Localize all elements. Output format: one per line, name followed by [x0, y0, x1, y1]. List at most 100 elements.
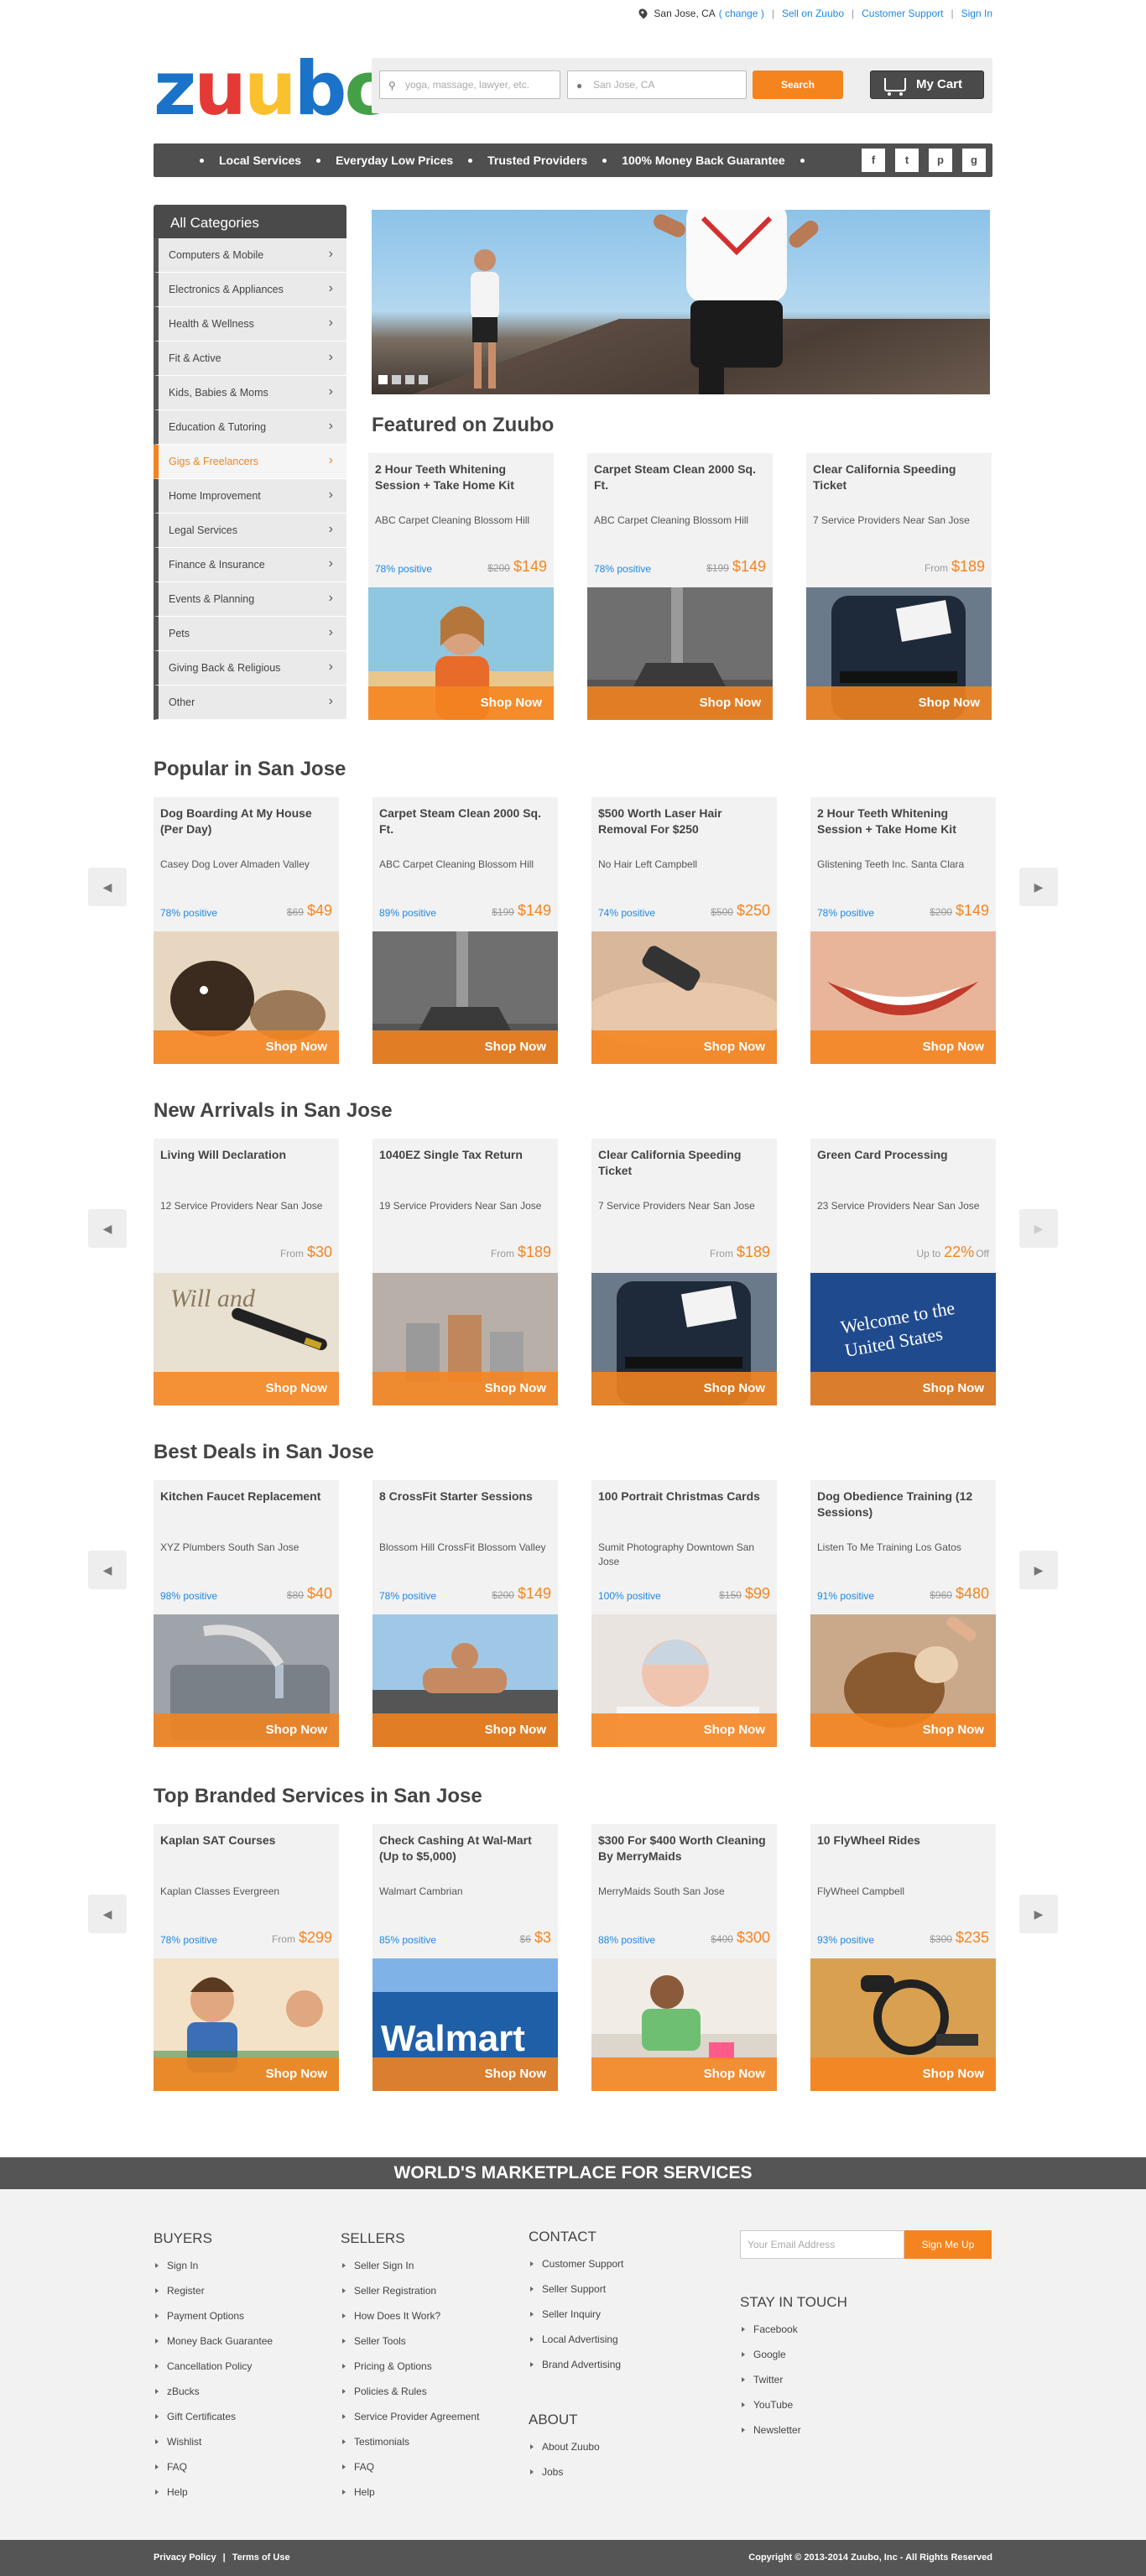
deal-card[interactable]: 10 FlyWheel Rides FlyWheel Campbell 93% po… — [810, 1824, 996, 2091]
twitter-icon[interactable]: t — [895, 149, 919, 172]
deal-title[interactable]: Green Card Processing — [817, 1147, 989, 1163]
category-item[interactable]: Other — [154, 686, 346, 720]
carousel-next-arrow-icon[interactable]: ▶ — [1019, 868, 1058, 906]
deal-title[interactable]: Kaplan SAT Courses — [160, 1833, 332, 1849]
deal-title[interactable]: $300 For $400 Worth Cleaning By MerryMai… — [598, 1833, 770, 1864]
footer-link[interactable]: Pricing & Options — [341, 2360, 479, 2386]
category-item[interactable]: Home Improvement — [154, 479, 346, 514]
deal-card[interactable]: Kitchen Faucet Replacement XYZ Plumbers S… — [154, 1480, 339, 1747]
location-input[interactable]: ● San Jose, CA — [567, 70, 747, 99]
carousel-next-arrow-icon[interactable]: ▶ — [1019, 1551, 1058, 1589]
carousel-prev-arrow-icon[interactable]: ◀ — [88, 868, 127, 906]
deal-title[interactable]: Living Will Declaration — [160, 1147, 332, 1163]
footer-link[interactable]: Seller Sign In — [341, 2260, 479, 2285]
shop-now-button[interactable]: Shop Now — [810, 1372, 996, 1405]
footer-link[interactable]: Payment Options — [154, 2310, 273, 2335]
shop-now-button[interactable]: Shop Now — [154, 1372, 339, 1405]
footer-link[interactable]: Seller Inquiry — [529, 2308, 623, 2334]
deal-card[interactable]: Check Cashing At Wal-Mart (Up to $5,000)… — [372, 1824, 558, 2091]
shop-now-button[interactable]: Shop Now — [154, 1713, 339, 1747]
footer-link[interactable]: How Does It Work? — [341, 2310, 479, 2335]
deal-title[interactable]: Carpet Steam Clean 2000 Sq. Ft. — [594, 461, 766, 493]
sign-me-up-button[interactable]: Sign Me Up — [904, 2230, 992, 2259]
deal-title[interactable]: Dog Obedience Training (12 Sessions) — [817, 1489, 989, 1520]
footer-link[interactable]: About Zuubo — [529, 2441, 600, 2466]
category-item[interactable]: Electronics & Appliances — [154, 273, 346, 307]
deal-card[interactable]: Clear California Speeding Ticket 7 Servic… — [806, 453, 992, 720]
deal-card[interactable]: Kaplan SAT Courses Kaplan Classes Evergre… — [154, 1824, 339, 2091]
footer-link[interactable]: Register — [154, 2285, 273, 2310]
deal-card[interactable]: Dog Obedience Training (12 Sessions) List… — [810, 1480, 996, 1747]
category-item-active[interactable]: Gigs & Freelancers — [154, 445, 346, 479]
footer-link[interactable]: Seller Tools — [341, 2335, 479, 2360]
footer-link[interactable]: Gift Certificates — [154, 2411, 273, 2436]
customer-support-link[interactable]: Customer Support — [862, 8, 943, 19]
carousel-dots[interactable] — [378, 375, 432, 384]
deal-card[interactable]: $300 For $400 Worth Cleaning By MerryMai… — [591, 1824, 777, 2091]
deal-title[interactable]: Clear California Speeding Ticket — [813, 461, 985, 493]
footer-link[interactable]: Google — [740, 2349, 847, 2374]
carousel-prev-arrow-icon[interactable]: ◀ — [88, 1551, 127, 1589]
carousel-prev-arrow-icon[interactable]: ◀ — [88, 1209, 127, 1248]
footer-link[interactable]: zBucks — [154, 2386, 273, 2411]
footer-link[interactable]: Cancellation Policy — [154, 2360, 273, 2386]
shop-now-button[interactable]: Shop Now — [372, 2057, 558, 2091]
deal-title[interactable]: 8 CrossFit Starter Sessions — [379, 1489, 551, 1504]
footer-link[interactable]: Wishlist — [154, 2436, 273, 2461]
shop-now-button[interactable]: Shop Now — [591, 2057, 777, 2091]
pinterest-icon[interactable]: p — [929, 149, 952, 172]
sell-on-zuubo-link[interactable]: Sell on Zuubo — [782, 8, 844, 19]
category-item[interactable]: Education & Tutoring — [154, 410, 346, 445]
zuubo-logo[interactable]: zuubo — [154, 52, 395, 126]
deal-card[interactable]: Carpet Steam Clean 2000 Sq. Ft. ABC Carpe… — [372, 797, 558, 1064]
category-item[interactable]: Computers & Mobile — [154, 238, 346, 273]
privacy-policy-link[interactable]: Privacy Policy — [154, 2553, 216, 2563]
footer-link[interactable]: Customer Support — [529, 2258, 623, 2283]
deal-card[interactable]: 8 CrossFit Starter Sessions Blossom Hill … — [372, 1480, 558, 1747]
terms-of-use-link[interactable]: Terms of Use — [232, 2553, 290, 2563]
google-plus-icon[interactable]: g — [962, 149, 986, 172]
deal-title[interactable]: Check Cashing At Wal-Mart (Up to $5,000) — [379, 1833, 551, 1864]
footer-link[interactable]: Money Back Guarantee — [154, 2335, 273, 2360]
footer-link[interactable]: FAQ — [341, 2461, 479, 2486]
deal-card[interactable]: Clear California Speeding Ticket 7 Servic… — [591, 1139, 777, 1405]
deal-card[interactable]: Green Card Processing 23 Service Provider… — [810, 1139, 996, 1405]
deal-title[interactable]: Carpet Steam Clean 2000 Sq. Ft. — [379, 806, 551, 837]
shop-now-button[interactable]: Shop Now — [810, 2057, 996, 2091]
deal-card[interactable]: $500 Worth Laser Hair Removal For $250 No… — [591, 797, 777, 1064]
shop-now-button[interactable]: Shop Now — [806, 686, 992, 720]
email-input[interactable]: Your Email Address — [740, 2230, 904, 2259]
footer-link[interactable]: Brand Advertising — [529, 2359, 623, 2384]
footer-link[interactable]: Seller Registration — [341, 2285, 479, 2310]
facebook-icon[interactable]: f — [862, 149, 885, 172]
shop-now-button[interactable]: Shop Now — [587, 686, 773, 720]
hero-carousel[interactable] — [372, 210, 990, 394]
shop-now-button[interactable]: Shop Now — [368, 686, 554, 720]
change-location-link[interactable]: ( change ) — [719, 8, 764, 19]
deal-card[interactable]: 2 Hour Teeth Whitening Session + Take Ho… — [810, 797, 996, 1064]
shop-now-button[interactable]: Shop Now — [372, 1372, 558, 1405]
shop-now-button[interactable]: Shop Now — [372, 1713, 558, 1747]
deal-title[interactable]: 1040EZ Single Tax Return — [379, 1147, 551, 1163]
footer-link[interactable]: Sign In — [154, 2260, 273, 2285]
deal-card[interactable]: 2 Hour Teeth Whitening Session + Take Ho… — [368, 453, 554, 720]
deal-title[interactable]: Dog Boarding At My House (Per Day) — [160, 806, 332, 837]
deal-title[interactable]: 10 FlyWheel Rides — [817, 1833, 989, 1849]
service-search-input[interactable]: ⚲ yoga, massage, lawyer, etc. — [379, 70, 560, 99]
footer-link[interactable]: Help — [341, 2486, 479, 2511]
footer-link[interactable]: FAQ — [154, 2461, 273, 2486]
shop-now-button[interactable]: Shop Now — [591, 1030, 777, 1064]
footer-link[interactable]: Newsletter — [740, 2424, 847, 2449]
deal-card[interactable]: Carpet Steam Clean 2000 Sq. Ft. ABC Carpe… — [587, 453, 773, 720]
category-item[interactable]: Pets — [154, 617, 346, 651]
shop-now-button[interactable]: Shop Now — [591, 1372, 777, 1405]
search-button[interactable]: Search — [753, 70, 843, 99]
shop-now-button[interactable]: Shop Now — [591, 1713, 777, 1747]
my-cart-button[interactable]: My Cart — [870, 70, 984, 99]
deal-title[interactable]: $500 Worth Laser Hair Removal For $250 — [598, 806, 770, 837]
footer-link[interactable]: Jobs — [529, 2466, 600, 2491]
category-item[interactable]: Kids, Babies & Moms — [154, 376, 346, 410]
deal-title[interactable]: Kitchen Faucet Replacement — [160, 1489, 332, 1504]
category-item[interactable]: Legal Services — [154, 514, 346, 548]
footer-link[interactable]: Local Advertising — [529, 2334, 623, 2359]
